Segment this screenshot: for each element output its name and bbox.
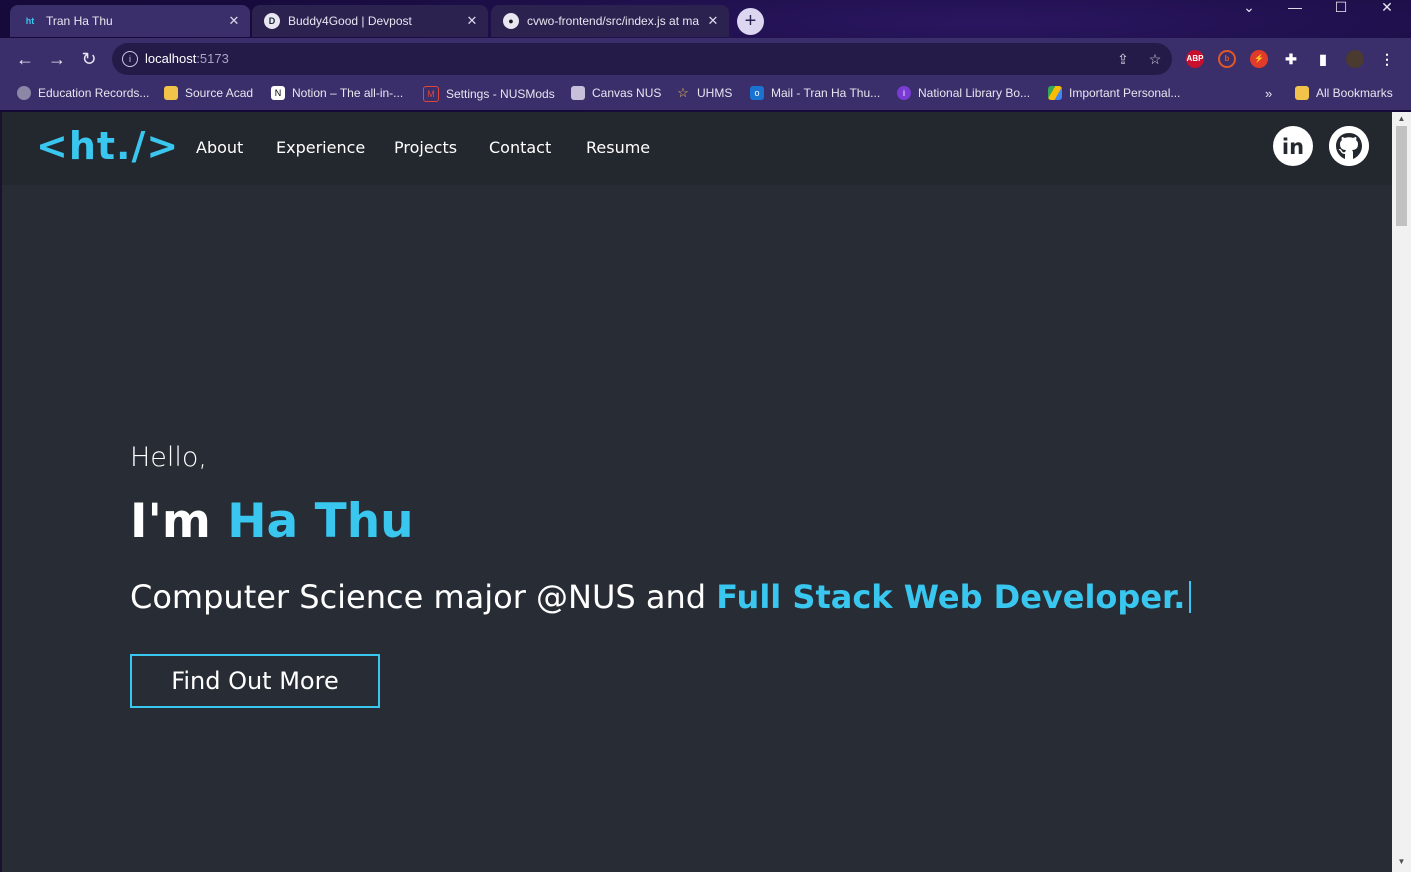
site-favicon-icon: ht — [25, 16, 35, 26]
nav-projects[interactable]: Projects — [394, 138, 457, 157]
globe-icon — [17, 86, 31, 100]
url-text: localhost:5173 — [145, 51, 229, 66]
bookmark-nusmods[interactable]: M Settings - NUSMods — [423, 86, 555, 102]
find-out-more-button[interactable]: Find Out More — [130, 654, 380, 708]
devpost-icon: D — [264, 13, 280, 29]
close-tab-icon[interactable]: ✕ — [462, 13, 482, 29]
canvas-icon — [571, 86, 585, 100]
close-window-button[interactable]: ✕ — [1364, 0, 1410, 14]
honey-extension-icon[interactable]: b — [1218, 50, 1236, 68]
folder-icon — [164, 86, 178, 100]
hero-greeting: Hello, — [130, 442, 208, 473]
tab-buddy4good[interactable]: D Buddy4Good | Devpost ✕ — [252, 5, 488, 37]
tab-search-icon[interactable]: ⌄ — [1226, 0, 1272, 14]
toolbar: ← → ↻ i localhost:5173 ⇪ ☆ ABP b ⚡ ✚ ▮ ⋮ — [0, 38, 1411, 80]
folder-icon — [1295, 86, 1309, 100]
adblock-extension-icon[interactable]: ABP — [1186, 50, 1204, 68]
bookmark-mail[interactable]: o Mail - Tran Ha Thu... — [750, 86, 880, 100]
tab-cvwo-frontend[interactable]: ● cvwo-frontend/src/index.js at ma ✕ — [491, 5, 729, 37]
nav-resume[interactable]: Resume — [586, 138, 650, 157]
side-panel-icon[interactable]: ▮ — [1314, 50, 1332, 68]
page-content: <ht./> About Experience Projects Contact… — [2, 112, 1392, 872]
linkedin-icon[interactable]: in — [1273, 126, 1313, 166]
github-icon[interactable] — [1329, 126, 1369, 166]
scroll-down-icon[interactable]: ▼ — [1396, 857, 1407, 866]
nlb-icon: i — [897, 86, 911, 100]
hero-name-accent: Ha Thu — [227, 494, 414, 549]
menu-kebab-icon[interactable]: ⋮ — [1378, 50, 1396, 68]
page-scrollbar[interactable]: ▲ ▼ — [1392, 112, 1411, 872]
minimize-button[interactable]: — — [1272, 0, 1318, 14]
all-bookmarks-button[interactable]: All Bookmarks — [1295, 86, 1393, 100]
forward-button[interactable]: → — [45, 48, 69, 70]
hero-name-heading: I'm Ha Thu — [130, 494, 414, 549]
bookmark-national-library[interactable]: i National Library Bo... — [897, 86, 1030, 100]
nusmods-icon: M — [423, 86, 439, 102]
browser-chrome: ht Tran Ha Thu ✕ D Buddy4Good | Devpost … — [0, 0, 1411, 112]
address-bar[interactable]: i localhost:5173 ⇪ ☆ — [112, 43, 1172, 75]
profile-avatar[interactable] — [1346, 50, 1364, 68]
bookmark-uhms[interactable]: ☆ UHMS — [676, 85, 732, 101]
svg-text:in: in — [1282, 135, 1304, 159]
nav-about[interactable]: About — [196, 138, 243, 157]
tab-title: Tran Ha Thu — [46, 14, 113, 28]
scrollbar-thumb[interactable] — [1396, 126, 1407, 226]
bookmarks-bar: Education Records... Source Acad N Notion… — [0, 80, 1411, 110]
tab-title: cvwo-frontend/src/index.js at ma — [527, 14, 700, 28]
drive-icon — [1048, 86, 1062, 100]
maximize-button[interactable]: ☐ — [1318, 0, 1364, 14]
site-navbar: <ht./> About Experience Projects Contact… — [2, 112, 1392, 185]
close-tab-icon[interactable]: ✕ — [703, 13, 723, 29]
bookmarks-overflow-button[interactable]: » — [1265, 86, 1272, 101]
site-logo[interactable]: <ht./> — [36, 124, 179, 168]
nav-experience[interactable]: Experience — [276, 138, 365, 157]
typing-cursor — [1189, 581, 1192, 613]
bookmark-notion[interactable]: N Notion – The all-in-... — [271, 86, 403, 100]
hero-subtitle-accent: Full Stack Web Developer. — [716, 578, 1186, 616]
site-info-icon[interactable]: i — [122, 51, 138, 67]
scroll-up-icon[interactable]: ▲ — [1396, 114, 1407, 123]
outlook-icon: o — [750, 86, 764, 100]
tab-title: Buddy4Good | Devpost — [288, 14, 412, 28]
tab-tran-ha-thu[interactable]: ht Tran Ha Thu ✕ — [10, 5, 250, 37]
notion-icon: N — [271, 86, 285, 100]
nav-contact[interactable]: Contact — [489, 138, 551, 157]
back-button[interactable]: ← — [13, 48, 37, 70]
close-tab-icon[interactable]: ✕ — [224, 13, 244, 29]
bookmark-star-icon[interactable]: ☆ — [1146, 50, 1164, 68]
star-icon: ☆ — [677, 85, 689, 100]
bookmark-source-acad[interactable]: Source Acad — [164, 86, 253, 100]
bookmark-education-records[interactable]: Education Records... — [17, 86, 149, 100]
new-tab-button[interactable]: + — [737, 8, 764, 35]
reload-button[interactable]: ↻ — [77, 48, 101, 70]
bookmark-canvas-nus[interactable]: Canvas NUS — [571, 86, 661, 100]
extensions-puzzle-icon[interactable]: ✚ — [1282, 50, 1300, 68]
bookmark-important-personal[interactable]: Important Personal... — [1048, 86, 1180, 100]
hero-subtitle: Computer Science major @NUS and Full Sta… — [130, 578, 1192, 616]
lightning-extension-icon[interactable]: ⚡ — [1250, 50, 1268, 68]
share-icon[interactable]: ⇪ — [1114, 50, 1132, 68]
github-icon: ● — [503, 13, 519, 29]
